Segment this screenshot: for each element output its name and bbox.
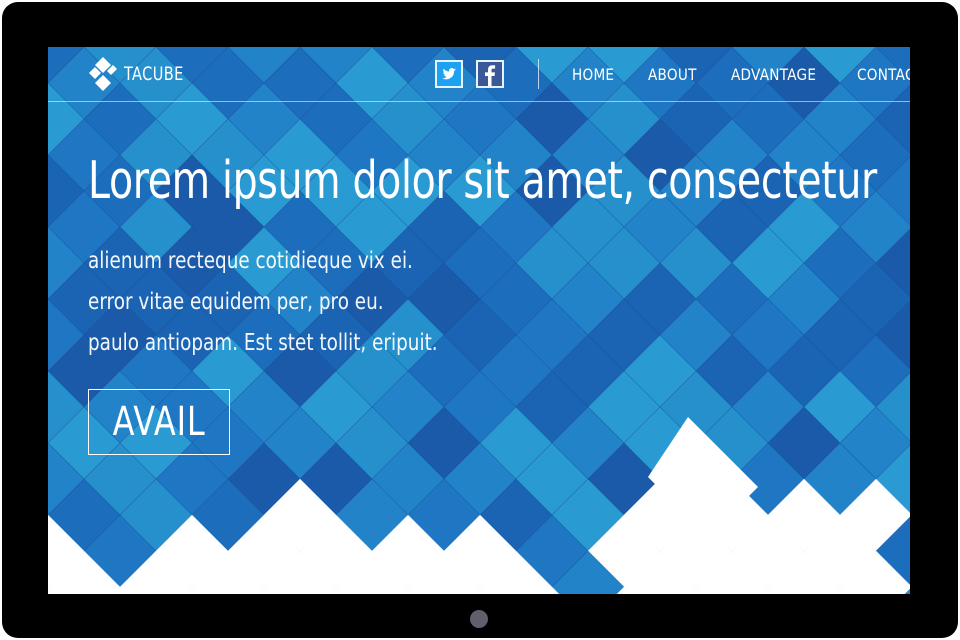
nav-links: HOME ABOUT ADVANTAGE CONTACT	[572, 47, 910, 101]
nav-divider	[538, 59, 539, 89]
tablet-home-button[interactable]	[470, 610, 488, 628]
avail-button-label: AVAIL	[112, 399, 206, 445]
nav-item-contact[interactable]: CONTACT	[857, 65, 910, 84]
brand-logo[interactable]: TACUBE	[88, 55, 194, 93]
hero-headline: Lorem ipsum dolor sit amet, consectetur	[88, 151, 877, 211]
avail-button[interactable]: AVAIL	[88, 389, 230, 455]
hero-text-line: paulo antiopam. Est stet tollit, eripuit…	[88, 330, 438, 356]
navigation-bar: TACUBE HOME ABOUT ADVANTAGE CONTACT	[48, 47, 910, 102]
twitter-button[interactable]	[435, 60, 463, 88]
hero-text-line: error vitae equidem per, pro eu.	[88, 289, 384, 315]
hero-text-line: alienum recteque cotidieque vix ei.	[88, 248, 413, 274]
nav-item-about[interactable]: ABOUT	[648, 65, 697, 84]
cube-logo-icon	[89, 57, 117, 91]
facebook-icon	[485, 65, 496, 86]
website-screen: TACUBE HOME ABOUT ADVANTAGE CONTACT Lore…	[48, 47, 910, 594]
nav-item-home[interactable]: HOME	[572, 65, 614, 84]
nav-item-advantage[interactable]: ADVANTAGE	[731, 65, 816, 84]
facebook-button[interactable]	[476, 60, 504, 88]
twitter-icon	[442, 68, 456, 80]
hero-text: alienum recteque cotidieque vix ei. erro…	[88, 241, 525, 364]
brand-name: TACUBE	[124, 63, 184, 85]
